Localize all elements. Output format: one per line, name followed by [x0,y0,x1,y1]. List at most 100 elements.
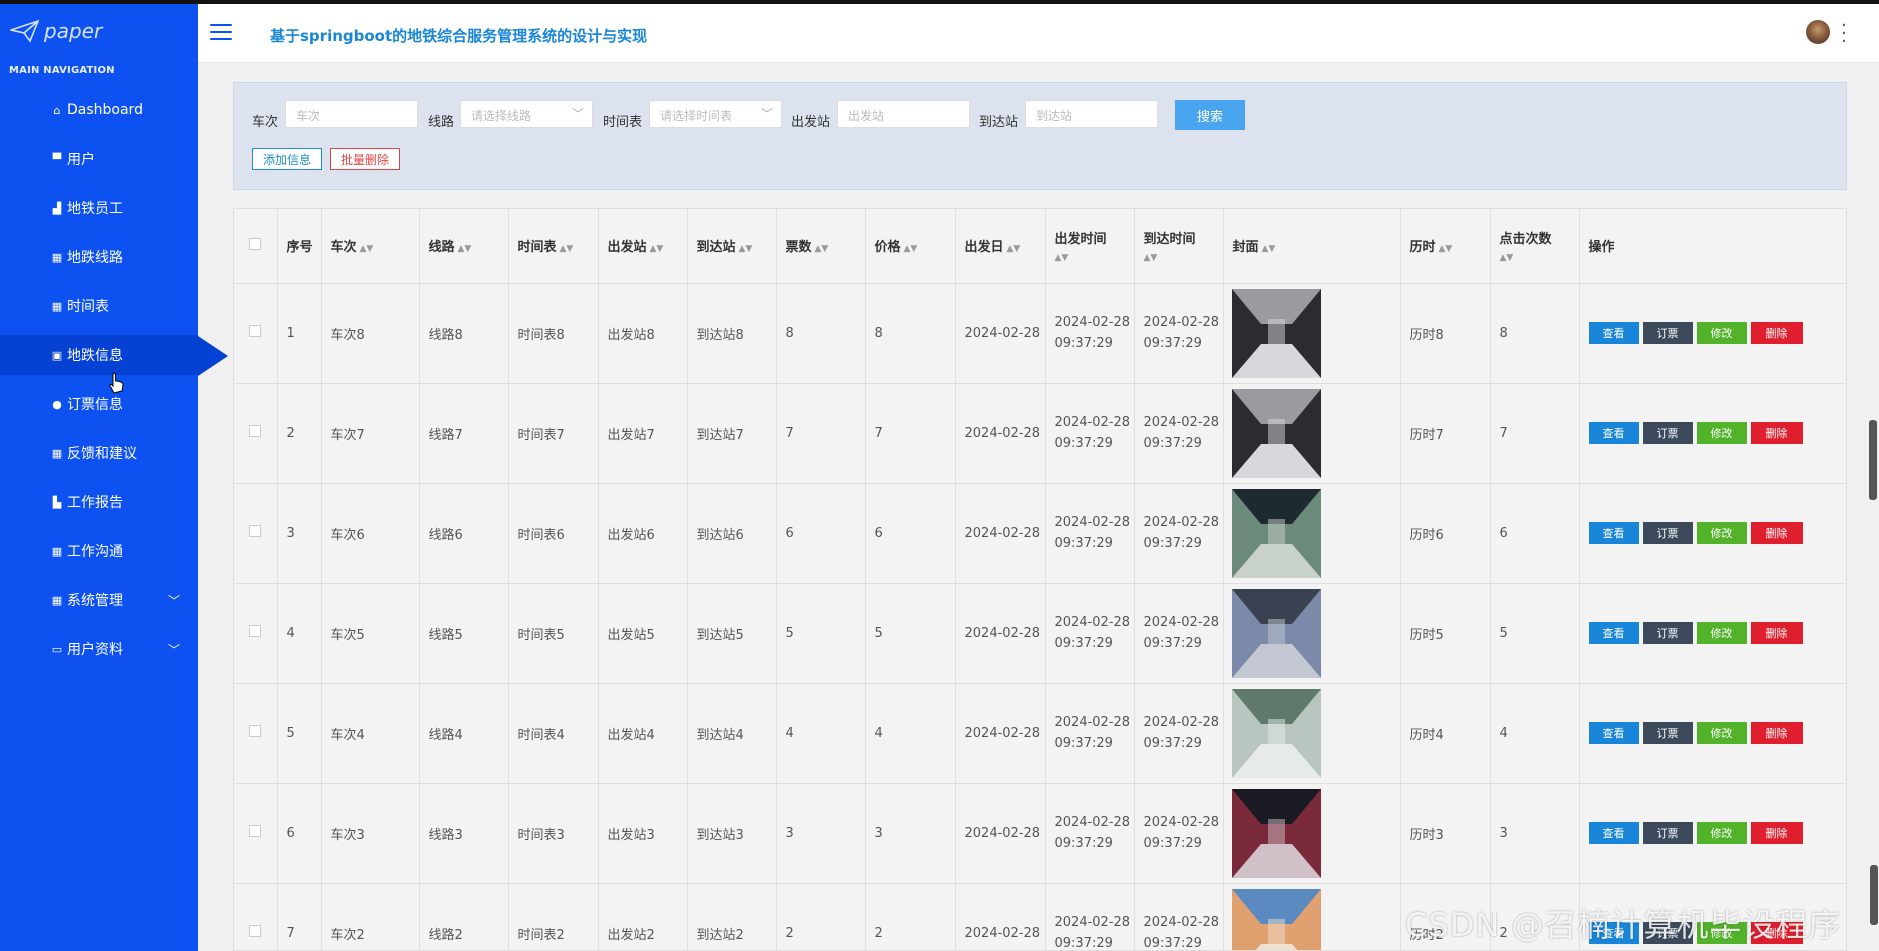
sort-icon[interactable]: ▲▼ [1262,244,1276,254]
cover-image[interactable] [1231,588,1321,678]
sort-icon[interactable]: ▲▼ [1439,244,1453,254]
add-info-button[interactable]: 添加信息 [252,148,322,170]
batch-delete-button[interactable]: 批量删除 [330,148,400,170]
delete-button[interactable]: 删除 [1750,622,1803,644]
more-vertical-icon[interactable]: · · · [1841,17,1847,51]
sort-icon[interactable]: ▲▼ [815,244,829,254]
row-checkbox[interactable] [249,625,262,637]
sidebar-item-lines[interactable]: ▦ 地跌线路 [0,237,198,277]
delete-button[interactable]: 删除 [1750,322,1803,344]
sidebar-item-system[interactable]: ▦ 系统管理 ﹀ [0,580,198,620]
sort-icon[interactable]: ▲▼ [360,244,374,254]
header-clicks[interactable]: 点击次数 ▲▼ [1490,209,1580,284]
row-checkbox[interactable] [249,525,262,537]
sort-icon[interactable]: ▲▼ [1007,244,1021,254]
row-select-cell [234,383,278,484]
scrollbar-thumb[interactable] [1870,865,1878,925]
cover-image[interactable] [1231,388,1321,478]
row-checkbox[interactable] [249,725,262,737]
avatar[interactable] [1806,20,1830,44]
sidebar-item-schedule[interactable]: ▦ 时间表 [0,286,198,326]
search-button[interactable]: 搜索 [1175,100,1245,130]
sort-icon[interactable]: ▲▼ [560,244,574,254]
sidebar-item-metro-info[interactable]: ▣ 地跌信息 [0,335,198,375]
header-schedule[interactable]: 时间表 ▲▼ [508,209,599,284]
view-button[interactable]: 查看 [1588,322,1639,344]
select-all-checkbox[interactable] [249,237,262,250]
chevron-down-icon: ﹀ [760,107,773,121]
arrive-input[interactable]: 到达站 [1025,100,1158,128]
sidebar-item-users[interactable]: ▀ 用户 [0,139,198,179]
header-label: 封面 [1232,240,1259,256]
row-checkbox[interactable] [249,325,262,337]
view-button[interactable]: 查看 [1588,822,1639,844]
cover-image[interactable] [1231,788,1321,878]
edit-button[interactable]: 修改 [1696,422,1747,444]
menu-toggle-icon[interactable] [210,24,232,42]
edit-button[interactable]: 修改 [1696,822,1747,844]
book-button[interactable]: 订票 [1642,422,1693,444]
sidebar-item-dashboard[interactable]: ⌂ Dashboard [0,90,198,130]
logo[interactable]: paper [10,18,102,44]
sort-icon[interactable]: ▲▼ [650,244,664,254]
sidebar-item-staff[interactable]: ▟ 地铁员工 [0,188,198,228]
book-button[interactable]: 订票 [1642,722,1693,744]
sidebar-item-booking[interactable]: ● 订票信息 [0,384,198,424]
edit-button[interactable]: 修改 [1696,322,1747,344]
header-depart-time[interactable]: 出发时间 ▲▼ [1045,209,1135,284]
depart-input[interactable]: 出发站 [837,100,970,128]
delete-button[interactable]: 删除 [1750,822,1803,844]
row-checkbox[interactable] [249,425,262,437]
edit-button[interactable]: 修改 [1696,622,1747,644]
edit-button[interactable]: 修改 [1696,722,1747,744]
sidebar-item-reports[interactable]: ▙ 工作报告 [0,482,198,522]
view-button[interactable]: 查看 [1588,722,1639,744]
header-arrive[interactable]: 到达站 ▲▼ [687,209,777,284]
delete-button[interactable]: 删除 [1750,422,1803,444]
header-tickets[interactable]: 票数 ▲▼ [776,209,866,284]
edit-button[interactable]: 修改 [1696,522,1747,544]
header-depart-date[interactable]: 出发日 ▲▼ [955,209,1046,284]
schedule-select[interactable]: 请选择时间表 ﹀ [649,100,782,128]
pin-icon: ● [52,397,62,411]
cover-image[interactable] [1231,488,1321,578]
delete-button[interactable]: 删除 [1750,722,1803,744]
cell-price: 2 [865,883,956,950]
cell-tickets: 4 [776,683,866,784]
sidebar-item-feedback[interactable]: ▦ 反馈和建议 [0,433,198,473]
cell-depart-date: 2024-02-28 [955,283,1046,384]
sort-icon[interactable]: ▲▼ [739,244,753,254]
sort-icon[interactable]: ▲▼ [1055,253,1134,263]
sort-icon[interactable]: ▲▼ [904,244,918,254]
line-select[interactable]: 请选择线路 ﹀ [460,100,593,128]
sidebar-item-profile[interactable]: ▭ 用户资料 ﹀ [0,629,198,669]
view-button[interactable]: 查看 [1588,422,1639,444]
row-checkbox[interactable] [249,825,262,837]
view-button[interactable]: 查看 [1588,522,1639,544]
header-line[interactable]: 线路 ▲▼ [419,209,509,284]
scrollbar-thumb[interactable] [1869,420,1877,500]
header-depart[interactable]: 出发站 ▲▼ [598,209,688,284]
cover-image[interactable] [1231,688,1321,778]
header-price[interactable]: 价格 ▲▼ [865,209,956,284]
depart-time-clock: 09:37:29 [1054,436,1113,451]
book-button[interactable]: 订票 [1642,322,1693,344]
row-checkbox[interactable] [249,925,262,937]
sort-icon[interactable]: ▲▼ [458,244,472,254]
cover-image[interactable] [1231,288,1321,378]
train-input[interactable]: 车次 [285,100,418,128]
book-button[interactable]: 订票 [1642,622,1693,644]
sidebar-item-communication[interactable]: ▦ 工作沟通 [0,531,198,571]
header-train[interactable]: 车次 ▲▼ [321,209,420,284]
header-cover[interactable]: 封面 ▲▼ [1223,209,1401,284]
book-button[interactable]: 订票 [1642,522,1693,544]
delete-button[interactable]: 删除 [1750,522,1803,544]
sort-icon[interactable]: ▲▼ [1144,253,1223,263]
cell-depart: 出发站4 [598,683,688,784]
view-button[interactable]: 查看 [1588,622,1639,644]
header-arrive-time[interactable]: 到达时间 ▲▼ [1134,209,1224,284]
sort-icon[interactable]: ▲▼ [1500,253,1579,263]
header-duration[interactable]: 历时 ▲▼ [1400,209,1491,284]
cover-image[interactable] [1231,888,1321,951]
book-button[interactable]: 订票 [1642,822,1693,844]
